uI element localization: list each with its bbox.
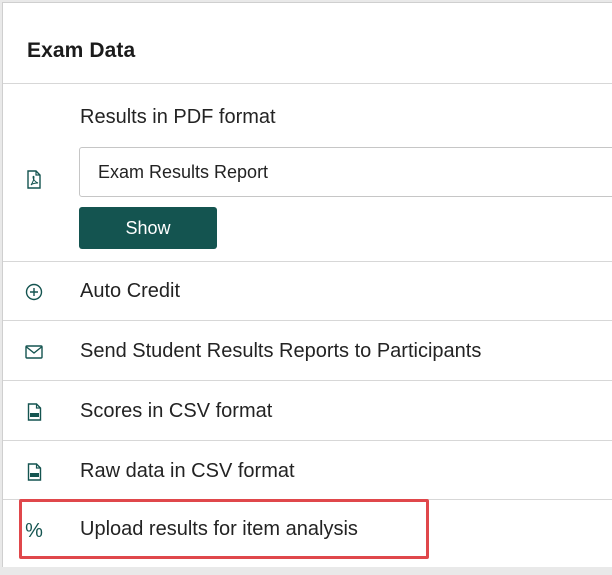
csv-file-icon [23, 461, 45, 483]
menu-item-label: Raw data in CSV format [80, 460, 295, 482]
report-type-select[interactable]: Exam Results Report [79, 147, 612, 197]
panel-header: Exam Data [3, 3, 612, 84]
show-button[interactable]: Show [79, 207, 217, 249]
envelope-icon [23, 341, 45, 363]
report-type-selected: Exam Results Report [98, 162, 269, 182]
menu-item-label: Send Student Results Reports to Particip… [80, 340, 482, 362]
plus-circle-icon [23, 281, 45, 303]
csv-file-icon [23, 401, 45, 423]
menu-item-label: Scores in CSV format [80, 400, 273, 422]
menu-item-label: Auto Credit [80, 280, 181, 302]
panel-title: Exam Data [27, 39, 136, 62]
menu-item-send-reports[interactable]: Send Student Results Reports to Particip… [3, 321, 612, 381]
highlight-box [19, 499, 429, 559]
menu-item-scores-csv[interactable]: Scores in CSV format [3, 381, 612, 441]
exam-data-panel: Exam Data Results in PDF format Exam Res… [2, 2, 612, 567]
pdf-section-label: Results in PDF format [80, 106, 276, 128]
pdf-file-icon [23, 168, 45, 190]
pdf-results-section: Results in PDF format Exam Results Repor… [3, 84, 612, 262]
menu-item-auto-credit[interactable]: Auto Credit [3, 262, 612, 321]
menu-item-raw-csv[interactable]: Raw data in CSV format [3, 441, 612, 500]
